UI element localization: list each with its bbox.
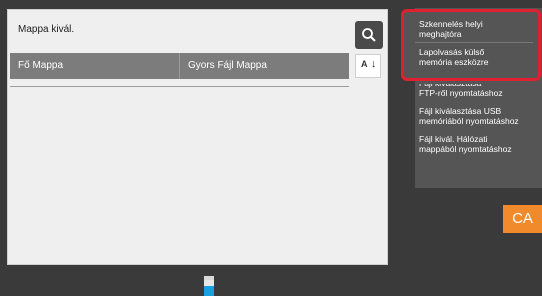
panel-title: Mappa kivál. xyxy=(18,24,75,35)
menu-item-label: Fájl kiválasztása USB xyxy=(419,106,502,116)
list-divider xyxy=(10,86,349,87)
sort-arrow-icon: ↓ xyxy=(371,58,377,70)
top-strip xyxy=(0,0,542,8)
ca-button[interactable]: CA xyxy=(503,205,542,233)
search-button[interactable] xyxy=(355,21,383,49)
menu-item-scan-external[interactable]: Lapolvasás külső memória eszközre xyxy=(419,47,537,67)
menu-item-label: FTP-ről nyomtatáshoz xyxy=(419,88,503,98)
toner-cartridge-icon xyxy=(204,276,214,296)
menu-item-scan-local[interactable]: Szkennelés helyi meghajtóra xyxy=(419,19,537,39)
sort-az-icon: A xyxy=(361,59,368,69)
menu-item-label: meghajtóra xyxy=(419,29,462,39)
menu-divider xyxy=(415,42,533,43)
sort-button[interactable]: A ↓ xyxy=(355,54,381,78)
folder-select-panel: Mappa kivál. Fő Mappa Gyors Fájl Mappa A… xyxy=(7,9,388,265)
menu-item-label: Fájl kivál. Hálózati xyxy=(419,134,488,144)
menu-item-label: memóriából nyomtatáshoz xyxy=(419,116,519,126)
search-icon xyxy=(362,28,376,42)
menu-item-label: Lapolvasás külső xyxy=(419,47,485,57)
bottom-status-bar xyxy=(0,267,542,296)
menu-item-print-usb[interactable]: Fájl kiválasztása USB memóriából nyomtat… xyxy=(419,106,537,126)
menu-item-label: mappából nyomtatáshoz xyxy=(419,144,512,154)
folder-tabs: Fő Mappa Gyors Fájl Mappa xyxy=(10,53,349,79)
folder-quick-file[interactable]: Gyors Fájl Mappa xyxy=(180,53,349,79)
menu-item-label: memória eszközre xyxy=(419,57,489,67)
menu-item-label: Szkennelés helyi xyxy=(419,19,483,29)
folder-main[interactable]: Fő Mappa xyxy=(10,53,180,79)
menu-item-print-network[interactable]: Fájl kivál. Hálózati mappából nyomtatásh… xyxy=(419,134,537,154)
